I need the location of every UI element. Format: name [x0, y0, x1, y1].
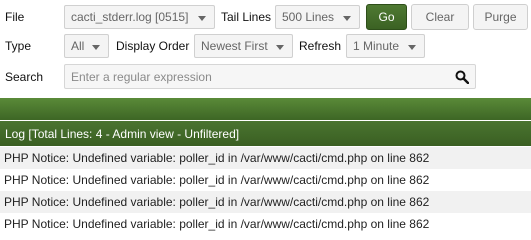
type-label: Type	[5, 39, 32, 53]
log-table-header: Log [Total Lines: 4 - Admin view - Unfil…	[0, 121, 531, 146]
file-select-value: cacti_stderr.log [0515]	[71, 10, 189, 24]
file-label: File	[5, 10, 25, 24]
chevron-down-icon	[276, 45, 284, 50]
refresh-select-value: 1 Minute	[353, 39, 400, 53]
purge-button[interactable]: Purge	[473, 4, 528, 30]
tail-lines-value: 500 Lines	[282, 10, 335, 24]
log-row: PHP Notice: Undefined variable: poller_i…	[0, 213, 531, 235]
log-line-text: PHP Notice: Undefined variable: poller_i…	[4, 195, 430, 209]
clear-button[interactable]: Clear	[411, 4, 469, 30]
search-input[interactable]	[65, 65, 445, 88]
display-order-select[interactable]: Newest First	[194, 34, 293, 58]
search-box	[64, 64, 476, 89]
go-button[interactable]: Go	[366, 4, 407, 30]
log-line-text: PHP Notice: Undefined variable: poller_i…	[4, 151, 430, 165]
chevron-down-icon	[92, 45, 100, 50]
section-divider-bar	[0, 98, 531, 120]
log-header-title: Log [Total Lines: 4 - Admin view - Unfil…	[5, 126, 240, 141]
refresh-select[interactable]: 1 Minute	[346, 34, 425, 58]
refresh-label: Refresh	[299, 39, 342, 53]
type-select-value: All	[71, 39, 85, 53]
display-order-label: Display Order	[116, 39, 190, 53]
log-row: PHP Notice: Undefined variable: poller_i…	[0, 147, 531, 169]
type-select[interactable]: All	[64, 34, 109, 58]
chevron-down-icon	[408, 45, 416, 50]
chevron-down-icon	[198, 16, 206, 21]
tail-lines-select[interactable]: 500 Lines	[275, 5, 360, 29]
chevron-down-icon	[343, 16, 351, 21]
log-line-text: PHP Notice: Undefined variable: poller_i…	[4, 217, 430, 231]
search-icon[interactable]	[455, 70, 469, 84]
search-label: Search	[5, 70, 44, 84]
file-select[interactable]: cacti_stderr.log [0515]	[64, 5, 215, 29]
log-row: PHP Notice: Undefined variable: poller_i…	[0, 169, 531, 191]
log-row: PHP Notice: Undefined variable: poller_i…	[0, 191, 531, 213]
tail-lines-label: Tail Lines	[221, 10, 272, 24]
log-line-text: PHP Notice: Undefined variable: poller_i…	[4, 173, 430, 187]
display-order-value: Newest First	[201, 39, 268, 53]
